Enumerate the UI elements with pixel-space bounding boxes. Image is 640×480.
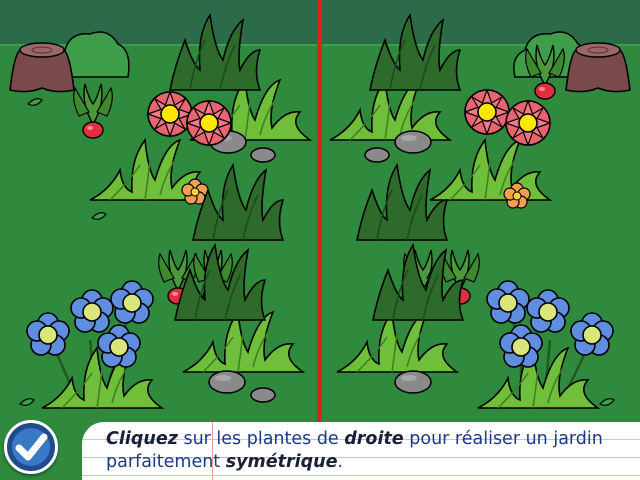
instruction-word-droite: droite — [344, 429, 404, 449]
validate-button[interactable] — [4, 420, 58, 474]
instruction-word-cliquez: Cliquez — [106, 429, 178, 449]
left-stone-bottom — [208, 370, 246, 394]
right-stone-top[interactable] — [394, 130, 432, 154]
instruction-fragment: . — [337, 452, 344, 472]
checkmark-icon — [15, 433, 48, 461]
instruction-text: Cliquez sur les plantes de droite pour r… — [106, 428, 626, 474]
instruction-fragment: sur les plantes de — [177, 429, 345, 449]
left-pink-flower-1 — [147, 91, 193, 137]
right-pink-flower-1[interactable] — [464, 89, 510, 135]
instruction-panel: Cliquez sur les plantes de droite pour r… — [82, 422, 640, 480]
instruction-word-symetrique: symétrique — [225, 452, 338, 472]
right-tree-stump[interactable] — [565, 42, 631, 93]
left-pink-flower-2 — [186, 100, 232, 146]
right-pink-flower-2[interactable] — [505, 100, 551, 146]
right-stone-bottom[interactable] — [394, 370, 432, 394]
symmetry-axis — [317, 0, 322, 422]
garden-scene — [0, 0, 640, 480]
left-tree-stump — [9, 42, 75, 93]
